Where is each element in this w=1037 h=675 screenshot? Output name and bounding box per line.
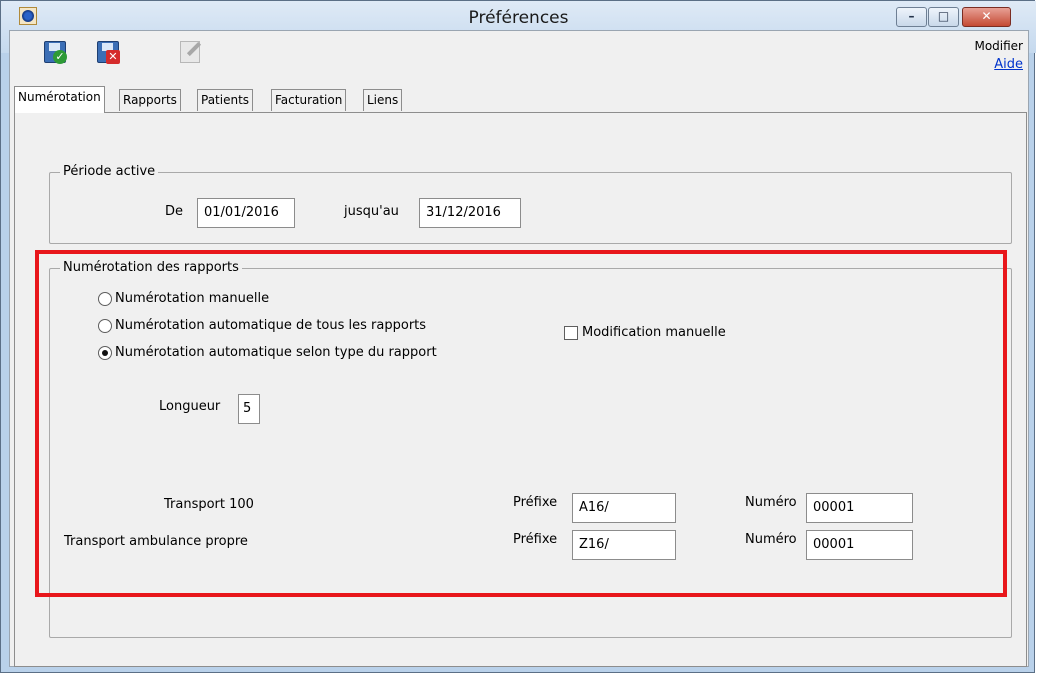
cancel-button[interactable]: ✕ bbox=[93, 37, 123, 67]
longueur-label: Longueur bbox=[159, 399, 221, 414]
prefixe-field-transport-100[interactable]: A16/ bbox=[572, 493, 676, 523]
close-icon: ✕ bbox=[981, 9, 992, 23]
modification-manuelle-label: Modification manuelle bbox=[582, 325, 726, 340]
radio-label-manuelle: Numérotation manuelle bbox=[115, 291, 270, 306]
close-button[interactable]: ✕ bbox=[962, 7, 1011, 27]
longueur-field[interactable]: 5 bbox=[238, 394, 260, 424]
transport-type-label: Transport 100 bbox=[164, 497, 254, 512]
prefixe-label: Préfixe bbox=[513, 532, 558, 547]
save-button[interactable]: ✓ bbox=[40, 37, 70, 67]
numero-label: Numéro bbox=[745, 495, 797, 510]
minimize-button[interactable]: – bbox=[896, 7, 927, 27]
radio-label-auto-type: Numérotation automatique selon type du r… bbox=[115, 345, 437, 360]
maximize-icon: □ bbox=[937, 9, 950, 23]
tab-page-numerotation: Période active De 01/01/2016 jusqu'au 31… bbox=[14, 112, 1027, 667]
tab-facturation[interactable]: Facturation bbox=[271, 89, 347, 111]
jusquau-date-field[interactable]: 31/12/2016 bbox=[419, 198, 521, 228]
modifier-label: Modifier bbox=[974, 39, 1023, 53]
tab-patients[interactable]: Patients bbox=[197, 89, 254, 111]
radio-numerotation-manuelle[interactable] bbox=[98, 292, 112, 306]
numerotation-rapports-group: Numérotation des rapports Numérotation m… bbox=[49, 260, 1012, 638]
numero-field-transport-100[interactable]: 00001 bbox=[806, 493, 913, 523]
prefixe-label: Préfixe bbox=[513, 495, 558, 510]
prefixe-field-ambulance-propre[interactable]: Z16/ bbox=[572, 530, 676, 560]
minimize-icon: – bbox=[908, 9, 915, 23]
de-date-field[interactable]: 01/01/2016 bbox=[197, 198, 295, 228]
periode-active-group: Période active De 01/01/2016 jusqu'au 31… bbox=[49, 164, 1012, 244]
modification-manuelle-checkbox[interactable] bbox=[564, 326, 578, 340]
tab-rapports[interactable]: Rapports bbox=[119, 89, 181, 111]
radio-numerotation-auto-type[interactable] bbox=[98, 346, 112, 360]
edit-button[interactable] bbox=[176, 37, 206, 67]
radio-numerotation-auto-tous[interactable] bbox=[98, 319, 112, 333]
transport-type-label: Transport ambulance propre bbox=[64, 534, 248, 549]
numerotation-rapports-legend: Numérotation des rapports bbox=[60, 260, 242, 275]
preferences-window: Préférences – □ ✕ ✓ ✕ Modifier Aide Numé… bbox=[0, 0, 1036, 673]
numero-field-ambulance-propre[interactable]: 00001 bbox=[806, 530, 913, 560]
tab-numerotation[interactable]: Numérotation bbox=[14, 86, 105, 113]
save-icon: ✓ bbox=[44, 41, 67, 64]
cancel-icon: ✕ bbox=[97, 41, 120, 64]
radio-label-auto-tous: Numérotation automatique de tous les rap… bbox=[115, 318, 427, 333]
maximize-button[interactable]: □ bbox=[928, 7, 959, 27]
de-label: De bbox=[165, 204, 184, 219]
window-title: Préférences bbox=[468, 8, 569, 28]
numero-label: Numéro bbox=[745, 532, 797, 547]
tab-liens[interactable]: Liens bbox=[363, 89, 403, 111]
periode-active-legend: Période active bbox=[60, 164, 159, 179]
jusquau-label: jusqu'au bbox=[344, 204, 399, 219]
aide-link[interactable]: Aide bbox=[994, 57, 1023, 72]
